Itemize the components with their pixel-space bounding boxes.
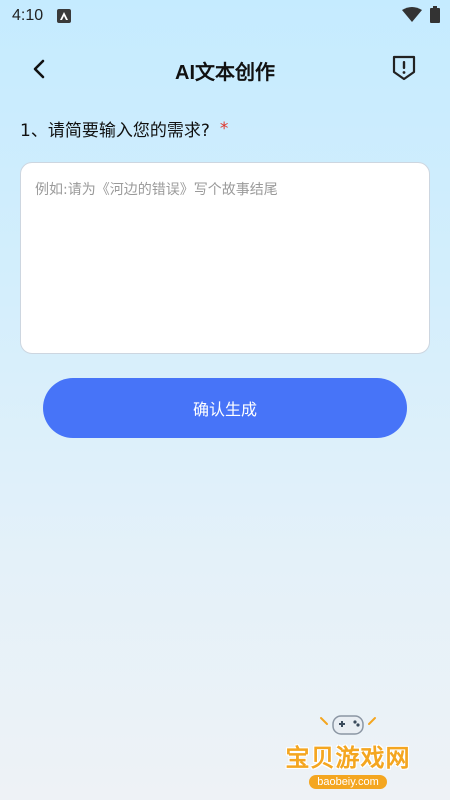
chevron-left-icon <box>31 59 47 83</box>
app-notification-icon <box>57 9 72 23</box>
status-bar: 4:10 <box>0 0 450 32</box>
requirement-input[interactable] <box>21 163 429 353</box>
app-bar: AI文本创作 <box>0 44 450 96</box>
page-title: AI文本创作 <box>175 61 275 84</box>
requirement-input-container <box>20 162 430 354</box>
status-time: 4:10 <box>12 7 44 24</box>
required-mark: * <box>219 118 229 139</box>
shield-alert-icon <box>391 54 417 86</box>
wifi-icon <box>402 6 422 23</box>
question-text: 1、请简要输入您的需求? <box>20 121 210 141</box>
watermark-logo: 宝贝游戏网 baobeiy.com <box>268 712 428 794</box>
battery-icon <box>430 6 440 23</box>
confirm-generate-button[interactable]: 确认生成 <box>43 378 407 438</box>
report-button[interactable] <box>388 54 420 86</box>
watermark-url: baobeiy.com <box>309 775 387 789</box>
watermark-name: 宝贝游戏网 <box>285 744 411 772</box>
question-label: 1、请简要输入您的需求? * <box>20 116 229 142</box>
status-indicators <box>402 6 440 23</box>
back-button[interactable] <box>24 56 54 86</box>
